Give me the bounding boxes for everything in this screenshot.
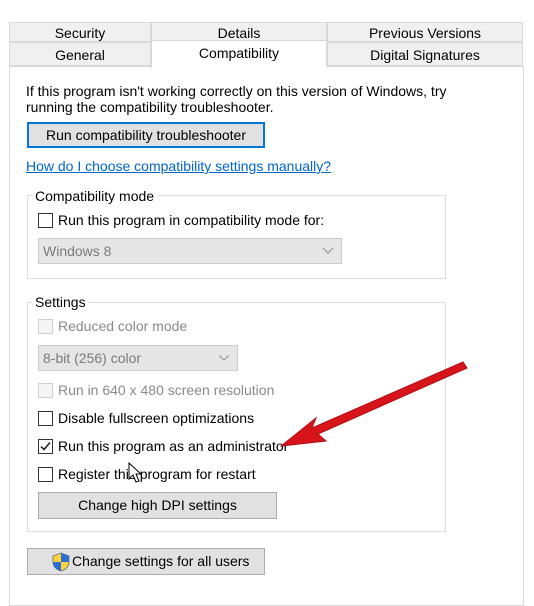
tab-compatibility[interactable]: Compatibility [151, 40, 327, 68]
compatibility-mode-group [27, 195, 446, 279]
intro-text: If this program isn't working correctly … [26, 83, 446, 115]
tab-label: Previous Versions [368, 25, 482, 41]
disable-fullscreen-checkbox[interactable] [38, 411, 53, 426]
disable-fullscreen-label: Disable fullscreen optimizations [58, 410, 255, 426]
button-label: Change settings for all users [72, 553, 250, 569]
register-restart-label: Register this program for restart [58, 466, 256, 482]
button-label: Change high DPI settings [78, 497, 237, 513]
compatibility-mode-legend: Compatibility mode [32, 188, 158, 204]
intro-line-1: If this program isn't working correctly … [26, 83, 447, 99]
button-label: Run compatibility troubleshooter [46, 127, 246, 143]
change-all-users-button[interactable]: Change settings for all users [27, 548, 265, 575]
compat-os-select[interactable]: Windows 8 [38, 238, 342, 264]
resolution-640-checkbox[interactable] [38, 383, 53, 398]
tab-label: Details [217, 25, 261, 41]
chevron-down-icon [219, 355, 229, 361]
tab-general[interactable]: General [9, 42, 151, 66]
reduced-color-checkbox[interactable] [38, 319, 53, 334]
tab-label: General [55, 47, 105, 63]
tab-label: Security [54, 25, 106, 41]
tab-label: Compatibility [198, 45, 280, 61]
reduced-color-label: Reduced color mode [58, 318, 188, 334]
run-as-admin-checkbox[interactable] [38, 439, 53, 454]
run-as-admin-label: Run this program as an administrator [58, 438, 289, 454]
change-dpi-button[interactable]: Change high DPI settings [38, 492, 277, 519]
help-link[interactable]: How do I choose compatibility settings m… [26, 158, 331, 174]
checkmark-icon [40, 442, 51, 451]
tab-previous-versions[interactable]: Previous Versions [327, 22, 523, 42]
compat-mode-checkbox[interactable] [38, 213, 53, 228]
register-restart-checkbox[interactable] [38, 467, 53, 482]
resolution-640-label: Run in 640 x 480 screen resolution [58, 382, 275, 398]
intro-line-2: running the compatibility troubleshooter… [26, 99, 274, 115]
run-troubleshooter-button[interactable]: Run compatibility troubleshooter [27, 122, 265, 148]
color-depth-select[interactable]: 8-bit (256) color [38, 345, 238, 371]
select-value: 8-bit (256) color [43, 350, 142, 366]
tab-security[interactable]: Security [9, 22, 151, 42]
chevron-down-icon [323, 248, 333, 254]
tab-digital-signatures[interactable]: Digital Signatures [327, 42, 523, 66]
select-value: Windows 8 [43, 243, 112, 259]
settings-legend: Settings [32, 294, 89, 310]
tab-details[interactable]: Details [151, 22, 327, 42]
compat-mode-label: Run this program in compatibility mode f… [58, 212, 325, 228]
tab-label: Digital Signatures [370, 47, 480, 63]
uac-shield-icon [52, 552, 70, 572]
